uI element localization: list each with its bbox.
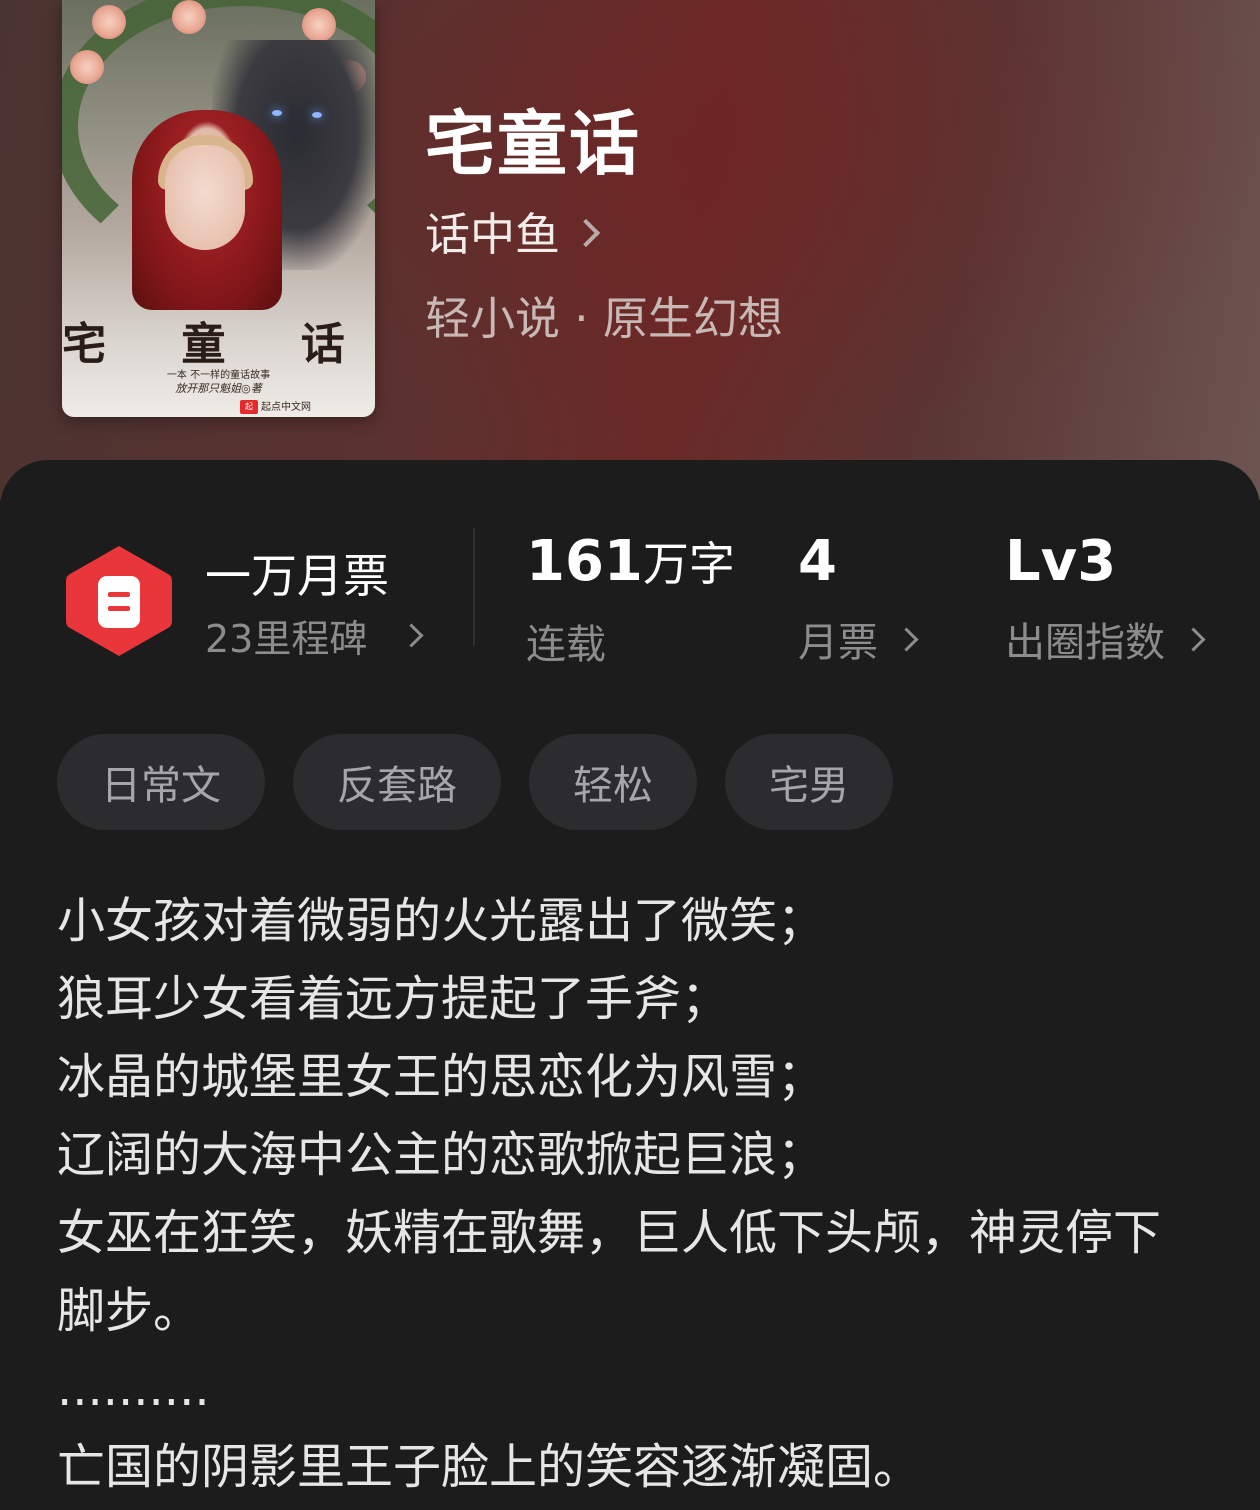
stat-label: 月票 <box>798 620 878 666</box>
chevron-right-icon <box>571 218 601 247</box>
wolf-eye <box>272 110 282 116</box>
book-title: 宅童话 <box>425 102 641 185</box>
stat-popularity-index[interactable]: Lv3 出圈指数 <box>1005 529 1206 668</box>
rose-icon <box>92 5 126 39</box>
rose-icon <box>172 0 206 34</box>
book-cover[interactable]: 宅 童 话 一本 不一样的童话故事 放开那只魁姐◎著 起起点中文网 <box>62 0 375 417</box>
rose-icon <box>302 8 336 42</box>
chevron-right-icon <box>894 626 919 652</box>
synopsis-line: .......... <box>57 1361 210 1417</box>
rose-icon <box>70 50 104 84</box>
tag-chip[interactable]: 宅男 <box>725 734 893 830</box>
wolf-eye <box>312 112 322 118</box>
book-category: 轻小说 · 原生幻想 <box>425 292 783 345</box>
stat-word-count: 161万字 连载 <box>526 530 735 670</box>
chevron-right-icon <box>1181 626 1206 652</box>
synopsis-line: 小女孩对着微弱的火光露出了微笑； <box>57 893 826 949</box>
stat-value: Lv3 <box>1005 529 1117 594</box>
cover-author: 放开那只魁姐◎著 <box>175 382 262 395</box>
book-info-panel: 一万月票 23里程碑 161万字 连载 4 月票 Lv3 出圈指数 日常文 反套… <box>0 460 1260 1510</box>
synopsis-line: 冰晶的城堡里女王的思恋化为风雪； <box>57 1049 826 1105</box>
tag-list: 日常文 反套路 轻松 宅男 <box>57 734 893 830</box>
tag-chip[interactable]: 反套路 <box>293 734 501 830</box>
milestone-subtitle: 23里程碑 <box>205 617 368 661</box>
stat-label: 出圈指数 <box>1005 620 1165 666</box>
cover-title: 宅 童 话 <box>62 319 375 370</box>
cover-publisher: 起起点中文网 <box>240 398 311 414</box>
author-name: 话中鱼 <box>425 208 561 261</box>
stat-value: 161 <box>526 529 643 594</box>
author-link[interactable]: 话中鱼 <box>425 198 601 263</box>
stat-value: 4 <box>798 529 837 594</box>
stat-label: 连载 <box>526 622 606 668</box>
synopsis-line: 辽阔的大海中公主的恋歌掀起巨浪； <box>57 1127 826 1183</box>
stat-unit: 万字 <box>642 537 735 591</box>
milestone-title[interactable]: 一万月票 <box>205 540 389 606</box>
book-synopsis[interactable]: 小女孩对着微弱的火光露出了微笑； 狼耳少女看着远方提起了手斧； 冰晶的城堡里女王… <box>57 882 1207 1506</box>
milestone-link[interactable]: 23里程碑 <box>205 608 424 663</box>
chevron-right-icon <box>399 623 424 648</box>
tag-chip[interactable]: 轻松 <box>529 734 697 830</box>
stat-monthly-tickets[interactable]: 4 月票 <box>798 529 919 668</box>
qidian-logo-icon: 起 <box>240 400 258 414</box>
divider <box>473 528 475 646</box>
ticket-hexagon-icon <box>66 546 172 656</box>
synopsis-line: 狼耳少女看着远方提起了手斧； <box>57 971 730 1027</box>
tag-chip[interactable]: 日常文 <box>57 734 265 830</box>
synopsis-line: 亡国的阴影里王子脸上的笑容逐渐凝固。 <box>57 1439 922 1495</box>
synopsis-line: 女巫在狂笑，妖精在歌舞，巨人低下头颅，神灵停下脚步。 <box>57 1205 1162 1339</box>
cover-face <box>165 145 245 250</box>
cover-tagline: 一本 不一样的童话故事 <box>166 370 271 381</box>
cover-publisher-name: 起点中文网 <box>261 402 311 413</box>
